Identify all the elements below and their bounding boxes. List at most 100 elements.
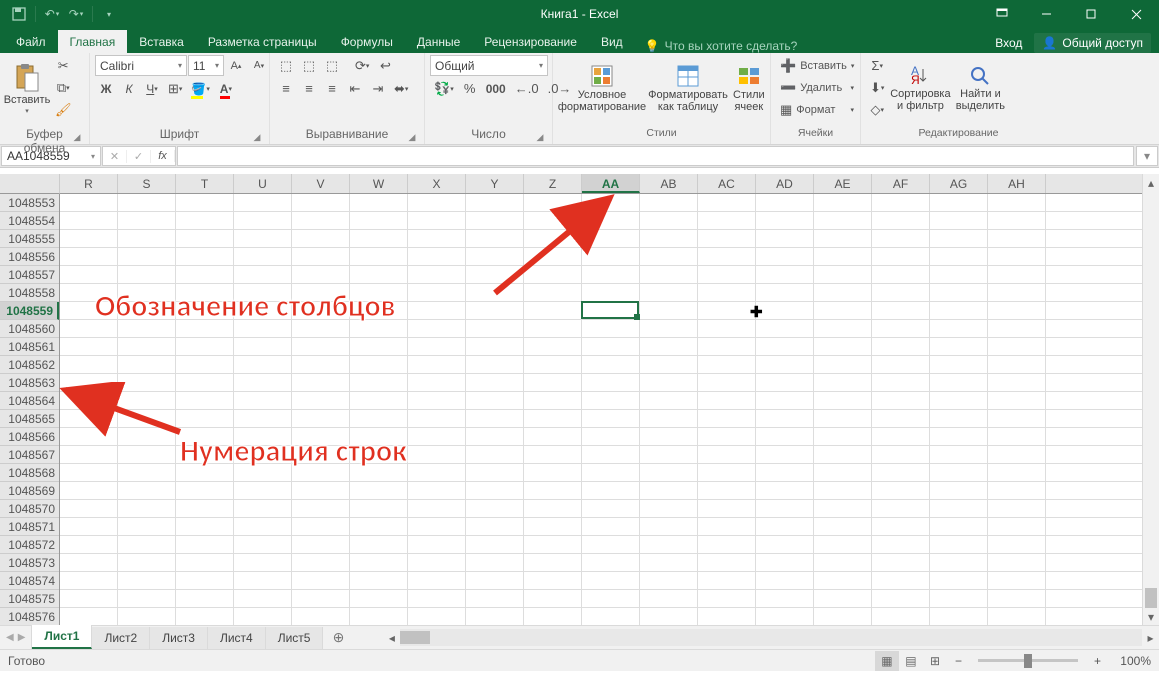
align-left-button[interactable]: ≡ (275, 78, 297, 99)
wrap-text-button[interactable]: ↩ (374, 55, 396, 76)
tab-layout[interactable]: Разметка страницы (196, 30, 329, 53)
vscroll-thumb[interactable] (1145, 588, 1157, 608)
tab-view[interactable]: Вид (589, 30, 635, 53)
row-header[interactable]: 1048565 (0, 410, 59, 428)
align-center-button[interactable]: ≡ (298, 78, 320, 99)
tab-home[interactable]: Главная (58, 30, 128, 53)
row-header[interactable]: 1048573 (0, 554, 59, 572)
sheet-tab[interactable]: Лист2 (92, 627, 150, 649)
sheet-next-button[interactable]: ▶ (18, 632, 26, 643)
column-header[interactable]: AC (698, 174, 756, 193)
horizontal-scrollbar[interactable]: ◂ ▸ (383, 626, 1159, 649)
column-header[interactable]: W (350, 174, 408, 193)
normal-view-button[interactable]: ▦ (875, 651, 899, 671)
row-header[interactable]: 1048562 (0, 356, 59, 374)
autosum-button[interactable]: Σ▾ (866, 55, 888, 76)
row-header[interactable]: 1048571 (0, 518, 59, 536)
zoom-level[interactable]: 100% (1109, 654, 1151, 668)
row-header[interactable]: 1048568 (0, 464, 59, 482)
cell-styles-button[interactable]: Стили ячеек (730, 55, 768, 123)
format-as-table-button[interactable]: Форматировать как таблицу (648, 55, 728, 123)
undo-button[interactable]: ↶▾ (41, 3, 63, 25)
font-color-button[interactable]: A▾ (215, 78, 237, 99)
font-size-combo[interactable]: 11▾ (188, 55, 224, 76)
shrink-font-button[interactable]: A▾ (248, 55, 270, 76)
fill-color-button[interactable]: 🪣▾ (187, 78, 213, 99)
column-header[interactable]: U (234, 174, 292, 193)
column-header[interactable]: AD (756, 174, 814, 193)
row-header[interactable]: 1048555 (0, 230, 59, 248)
column-header[interactable]: AF (872, 174, 930, 193)
row-header[interactable]: 1048559 (0, 302, 59, 320)
delete-cells-button[interactable]: ➖Удалить▾ (776, 77, 858, 98)
scroll-right-button[interactable]: ▸ (1142, 629, 1159, 646)
row-header[interactable]: 1048576 (0, 608, 59, 625)
column-header[interactable]: V (292, 174, 350, 193)
zoom-slider[interactable] (978, 659, 1078, 662)
bold-button[interactable]: Ж (95, 78, 117, 99)
cut-button[interactable]: ✂ (51, 55, 76, 76)
row-header[interactable]: 1048570 (0, 500, 59, 518)
tab-insert[interactable]: Вставка (127, 30, 196, 53)
hscroll-thumb[interactable] (400, 631, 430, 644)
sheet-tab[interactable]: Лист5 (266, 627, 324, 649)
zoom-in-button[interactable]: + (1094, 654, 1101, 668)
sheet-tab[interactable]: Лист1 (32, 625, 92, 649)
save-button[interactable] (8, 3, 30, 25)
column-header[interactable]: S (118, 174, 176, 193)
row-header[interactable]: 1048557 (0, 266, 59, 284)
row-header[interactable]: 1048567 (0, 446, 59, 464)
row-header[interactable]: 1048569 (0, 482, 59, 500)
column-header[interactable]: X (408, 174, 466, 193)
row-header[interactable]: 1048575 (0, 590, 59, 608)
clear-button[interactable]: ◇▾ (866, 99, 888, 120)
ribbon-options-icon[interactable] (979, 0, 1024, 28)
column-header[interactable]: R (60, 174, 118, 193)
row-header[interactable]: 1048563 (0, 374, 59, 392)
column-header[interactable]: AA (582, 174, 640, 193)
comma-button[interactable]: 000 (482, 78, 510, 99)
column-header[interactable]: AE (814, 174, 872, 193)
underline-button[interactable]: Ч▾ (141, 78, 163, 99)
login-link[interactable]: Вход (995, 36, 1022, 50)
sheet-prev-button[interactable]: ◀ (6, 632, 14, 643)
tab-file[interactable]: Файл (4, 30, 58, 53)
row-header[interactable]: 1048556 (0, 248, 59, 266)
row-header[interactable]: 1048553 (0, 194, 59, 212)
align-launcher[interactable]: ◢ (407, 132, 417, 142)
conditional-format-button[interactable]: Условное форматирование (558, 55, 646, 123)
column-header[interactable]: AG (930, 174, 988, 193)
row-header[interactable]: 1048572 (0, 536, 59, 554)
page-layout-view-button[interactable]: ▤ (899, 651, 923, 671)
row-header[interactable]: 1048561 (0, 338, 59, 356)
scroll-down-button[interactable]: ▾ (1143, 608, 1159, 625)
close-button[interactable] (1114, 0, 1159, 28)
tab-data[interactable]: Данные (405, 30, 472, 53)
grow-font-button[interactable]: A▴ (225, 55, 247, 76)
scroll-left-button[interactable]: ◂ (383, 629, 400, 646)
border-button[interactable]: ⊞▾ (164, 78, 186, 99)
row-header[interactable]: 1048564 (0, 392, 59, 410)
insert-function-button[interactable]: fx (151, 150, 175, 162)
align-bottom-button[interactable]: ⬚ (321, 55, 343, 76)
currency-button[interactable]: 💱▾ (430, 78, 458, 99)
cells-area[interactable] (60, 194, 1142, 625)
paste-button[interactable]: Вставить▾ (5, 55, 49, 123)
scroll-up-button[interactable]: ▴ (1143, 174, 1159, 191)
formula-input[interactable] (177, 146, 1134, 166)
qat-customize[interactable]: ▾ (98, 3, 120, 25)
vertical-scrollbar[interactable]: ▴ ▾ (1142, 174, 1159, 625)
tab-formulas[interactable]: Формулы (329, 30, 405, 53)
clipboard-launcher[interactable]: ◢ (72, 132, 82, 142)
maximize-button[interactable] (1069, 0, 1114, 28)
column-header[interactable]: Y (466, 174, 524, 193)
indent-increase-button[interactable]: ⇥ (367, 78, 389, 99)
zoom-thumb[interactable] (1024, 654, 1032, 668)
orientation-button[interactable]: ⟳▾ (351, 55, 373, 76)
minimize-button[interactable] (1024, 0, 1069, 28)
share-button[interactable]: 👤Общий доступ (1034, 33, 1151, 53)
redo-button[interactable]: ↷▾ (65, 3, 87, 25)
row-header[interactable]: 1048566 (0, 428, 59, 446)
row-header[interactable]: 1048574 (0, 572, 59, 590)
format-cells-button[interactable]: ▦Формат▾ (776, 99, 858, 120)
